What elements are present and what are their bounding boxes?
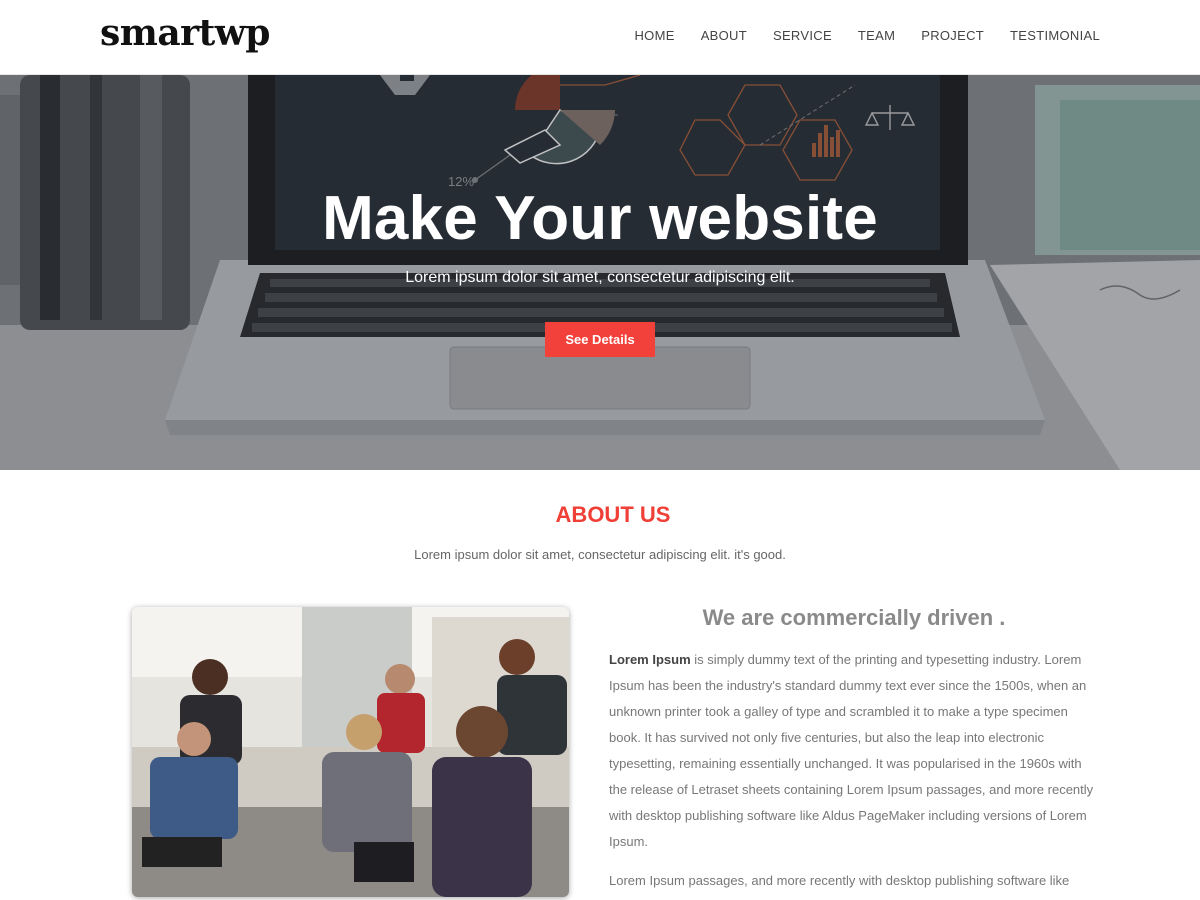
about-heading: We are commercially driven .	[702, 605, 1006, 630]
hero-title: Make Your website	[322, 184, 878, 253]
about-paragraph-1: Lorem Ipsum is simply dummy text of the …	[609, 647, 1099, 855]
about-paragraph-1-strong: Lorem Ipsum	[609, 652, 691, 667]
nav-about[interactable]: ABOUT	[701, 28, 747, 43]
nav-service[interactable]: SERVICE	[773, 28, 832, 43]
main-nav: HOME ABOUT SERVICE TEAM PROJECT TESTIMON…	[634, 28, 1100, 43]
about-content: We are commercially driven . Lorem Ipsum…	[609, 605, 1099, 900]
about-paragraph-1-text: is simply dummy text of the printing and…	[609, 652, 1094, 849]
about-subtitle: Lorem ipsum dolor sit amet, consectetur …	[414, 547, 786, 562]
hero-subtitle: Lorem ipsum dolor sit amet, consectetur …	[405, 269, 795, 286]
hero-section: 12% Make Your website Lorem ipsum dolor …	[0, 75, 1200, 470]
nav-testimonial[interactable]: TESTIMONIAL	[1010, 28, 1100, 43]
about-title: ABOUT US	[555, 502, 671, 527]
nav-project[interactable]: PROJECT	[921, 28, 984, 43]
about-paragraph-2: Lorem Ipsum passages, and more recently …	[609, 873, 1070, 900]
site-logo[interactable]: smartwp	[100, 12, 270, 54]
team-meeting-photo	[132, 607, 569, 897]
nav-home[interactable]: HOME	[634, 28, 674, 43]
site-header: smartwp HOME ABOUT SERVICE TEAM PROJECT …	[0, 0, 1200, 75]
nav-team[interactable]: TEAM	[858, 28, 895, 43]
see-details-button[interactable]: See Details	[545, 322, 655, 357]
